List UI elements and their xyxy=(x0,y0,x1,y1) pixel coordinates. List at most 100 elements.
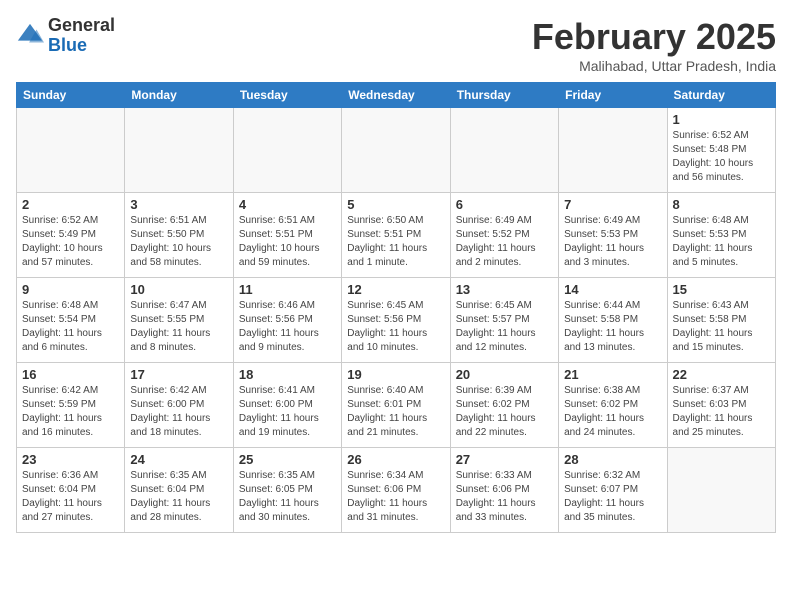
day-number: 6 xyxy=(456,197,553,212)
calendar-cell: 25 Sunrise: 6:35 AM Sunset: 6:05 PM Dayli… xyxy=(233,448,341,533)
day-info: Sunrise: 6:37 AM Sunset: 6:03 PM Dayligh… xyxy=(673,384,770,440)
calendar-table: SundayMondayTuesdayWednesdayThursdayFrid… xyxy=(16,82,776,533)
day-info: Sunrise: 6:34 AM Sunset: 6:06 PM Dayligh… xyxy=(347,469,444,525)
weekday-header-sunday: Sunday xyxy=(17,83,125,108)
calendar-cell xyxy=(342,108,450,193)
calendar-header-row: SundayMondayTuesdayWednesdayThursdayFrid… xyxy=(17,83,776,108)
calendar-cell: 15 Sunrise: 6:43 AM Sunset: 5:58 PM Dayli… xyxy=(667,278,775,363)
weekday-header-saturday: Saturday xyxy=(667,83,775,108)
week-row-1: 2Sunrise: 6:52 AM Sunset: 5:49 PM Daylig… xyxy=(17,193,776,278)
logo-icon xyxy=(16,22,44,50)
calendar-cell xyxy=(17,108,125,193)
logo: General Blue xyxy=(16,16,115,56)
calendar-cell: 7Sunrise: 6:49 AM Sunset: 5:53 PM Daylig… xyxy=(559,193,667,278)
location-text: Malihabad, Uttar Pradesh, India xyxy=(532,58,776,74)
calendar-cell xyxy=(559,108,667,193)
day-info: Sunrise: 6:40 AM Sunset: 6:01 PM Dayligh… xyxy=(347,384,444,440)
week-row-0: 1 Sunrise: 6:52 AM Sunset: 5:48 PM Daylig… xyxy=(17,108,776,193)
week-row-2: 9Sunrise: 6:48 AM Sunset: 5:54 PM Daylig… xyxy=(17,278,776,363)
day-number: 16 xyxy=(22,367,119,382)
day-info: Sunrise: 6:48 AM Sunset: 5:54 PM Dayligh… xyxy=(22,299,119,355)
day-info: Sunrise: 6:42 AM Sunset: 5:59 PM Dayligh… xyxy=(22,384,119,440)
day-info: Sunrise: 6:42 AM Sunset: 6:00 PM Dayligh… xyxy=(130,384,227,440)
weekday-header-wednesday: Wednesday xyxy=(342,83,450,108)
day-number: 25 xyxy=(239,452,336,467)
day-info: Sunrise: 6:32 AM Sunset: 6:07 PM Dayligh… xyxy=(564,469,661,525)
day-number: 24 xyxy=(130,452,227,467)
day-number: 23 xyxy=(22,452,119,467)
day-info: Sunrise: 6:47 AM Sunset: 5:55 PM Dayligh… xyxy=(130,299,227,355)
day-info: Sunrise: 6:52 AM Sunset: 5:49 PM Dayligh… xyxy=(22,214,119,270)
day-number: 7 xyxy=(564,197,661,212)
day-number: 12 xyxy=(347,282,444,297)
day-number: 4 xyxy=(239,197,336,212)
day-info: Sunrise: 6:35 AM Sunset: 6:04 PM Dayligh… xyxy=(130,469,227,525)
day-number: 13 xyxy=(456,282,553,297)
calendar-cell: 4 Sunrise: 6:51 AM Sunset: 5:51 PM Daylig… xyxy=(233,193,341,278)
calendar-cell xyxy=(125,108,233,193)
weekday-header-friday: Friday xyxy=(559,83,667,108)
day-number: 14 xyxy=(564,282,661,297)
day-info: Sunrise: 6:50 AM Sunset: 5:51 PM Dayligh… xyxy=(347,214,444,270)
day-number: 15 xyxy=(673,282,770,297)
calendar-cell: 19 Sunrise: 6:40 AM Sunset: 6:01 PM Dayli… xyxy=(342,363,450,448)
calendar-cell: 24 Sunrise: 6:35 AM Sunset: 6:04 PM Dayli… xyxy=(125,448,233,533)
day-number: 5 xyxy=(347,197,444,212)
calendar-cell: 10 Sunrise: 6:47 AM Sunset: 5:55 PM Dayli… xyxy=(125,278,233,363)
day-info: Sunrise: 6:39 AM Sunset: 6:02 PM Dayligh… xyxy=(456,384,553,440)
day-number: 11 xyxy=(239,282,336,297)
calendar-cell: 22Sunrise: 6:37 AM Sunset: 6:03 PM Dayli… xyxy=(667,363,775,448)
calendar-cell: 21Sunrise: 6:38 AM Sunset: 6:02 PM Dayli… xyxy=(559,363,667,448)
day-info: Sunrise: 6:35 AM Sunset: 6:05 PM Dayligh… xyxy=(239,469,336,525)
calendar-cell: 8 Sunrise: 6:48 AM Sunset: 5:53 PM Daylig… xyxy=(667,193,775,278)
day-info: Sunrise: 6:51 AM Sunset: 5:50 PM Dayligh… xyxy=(130,214,227,270)
calendar-cell: 5 Sunrise: 6:50 AM Sunset: 5:51 PM Daylig… xyxy=(342,193,450,278)
day-number: 1 xyxy=(673,112,770,127)
day-info: Sunrise: 6:44 AM Sunset: 5:58 PM Dayligh… xyxy=(564,299,661,355)
weekday-header-tuesday: Tuesday xyxy=(233,83,341,108)
week-row-3: 16 Sunrise: 6:42 AM Sunset: 5:59 PM Dayli… xyxy=(17,363,776,448)
calendar-cell xyxy=(450,108,558,193)
calendar-cell: 2Sunrise: 6:52 AM Sunset: 5:49 PM Daylig… xyxy=(17,193,125,278)
day-number: 28 xyxy=(564,452,661,467)
calendar-cell: 13 Sunrise: 6:45 AM Sunset: 5:57 PM Dayli… xyxy=(450,278,558,363)
day-info: Sunrise: 6:33 AM Sunset: 6:06 PM Dayligh… xyxy=(456,469,553,525)
logo-general-text: General xyxy=(48,15,115,35)
day-info: Sunrise: 6:45 AM Sunset: 5:57 PM Dayligh… xyxy=(456,299,553,355)
calendar-cell: 18Sunrise: 6:41 AM Sunset: 6:00 PM Dayli… xyxy=(233,363,341,448)
day-info: Sunrise: 6:49 AM Sunset: 5:52 PM Dayligh… xyxy=(456,214,553,270)
day-number: 20 xyxy=(456,367,553,382)
week-row-4: 23 Sunrise: 6:36 AM Sunset: 6:04 PM Dayli… xyxy=(17,448,776,533)
day-info: Sunrise: 6:43 AM Sunset: 5:58 PM Dayligh… xyxy=(673,299,770,355)
calendar-cell: 12Sunrise: 6:45 AM Sunset: 5:56 PM Dayli… xyxy=(342,278,450,363)
page-header: General Blue February 2025 Malihabad, Ut… xyxy=(16,16,776,74)
day-number: 3 xyxy=(130,197,227,212)
calendar-cell: 11 Sunrise: 6:46 AM Sunset: 5:56 PM Dayli… xyxy=(233,278,341,363)
calendar-cell: 9Sunrise: 6:48 AM Sunset: 5:54 PM Daylig… xyxy=(17,278,125,363)
day-info: Sunrise: 6:52 AM Sunset: 5:48 PM Dayligh… xyxy=(673,129,770,185)
day-number: 19 xyxy=(347,367,444,382)
day-number: 27 xyxy=(456,452,553,467)
day-info: Sunrise: 6:48 AM Sunset: 5:53 PM Dayligh… xyxy=(673,214,770,270)
calendar-cell: 16 Sunrise: 6:42 AM Sunset: 5:59 PM Dayli… xyxy=(17,363,125,448)
day-info: Sunrise: 6:36 AM Sunset: 6:04 PM Dayligh… xyxy=(22,469,119,525)
title-block: February 2025 Malihabad, Uttar Pradesh, … xyxy=(532,16,776,74)
day-number: 10 xyxy=(130,282,227,297)
day-info: Sunrise: 6:51 AM Sunset: 5:51 PM Dayligh… xyxy=(239,214,336,270)
calendar-cell: 14 Sunrise: 6:44 AM Sunset: 5:58 PM Dayli… xyxy=(559,278,667,363)
day-number: 26 xyxy=(347,452,444,467)
month-title: February 2025 xyxy=(532,16,776,58)
calendar-cell: 28 Sunrise: 6:32 AM Sunset: 6:07 PM Dayli… xyxy=(559,448,667,533)
logo-text: General Blue xyxy=(48,16,115,56)
weekday-header-thursday: Thursday xyxy=(450,83,558,108)
day-number: 18 xyxy=(239,367,336,382)
calendar-cell: 1 Sunrise: 6:52 AM Sunset: 5:48 PM Daylig… xyxy=(667,108,775,193)
calendar-cell: 3 Sunrise: 6:51 AM Sunset: 5:50 PM Daylig… xyxy=(125,193,233,278)
calendar-cell: 27 Sunrise: 6:33 AM Sunset: 6:06 PM Dayli… xyxy=(450,448,558,533)
calendar-cell: 6 Sunrise: 6:49 AM Sunset: 5:52 PM Daylig… xyxy=(450,193,558,278)
day-number: 8 xyxy=(673,197,770,212)
calendar-cell: 23 Sunrise: 6:36 AM Sunset: 6:04 PM Dayli… xyxy=(17,448,125,533)
calendar-cell xyxy=(233,108,341,193)
day-info: Sunrise: 6:38 AM Sunset: 6:02 PM Dayligh… xyxy=(564,384,661,440)
day-info: Sunrise: 6:46 AM Sunset: 5:56 PM Dayligh… xyxy=(239,299,336,355)
